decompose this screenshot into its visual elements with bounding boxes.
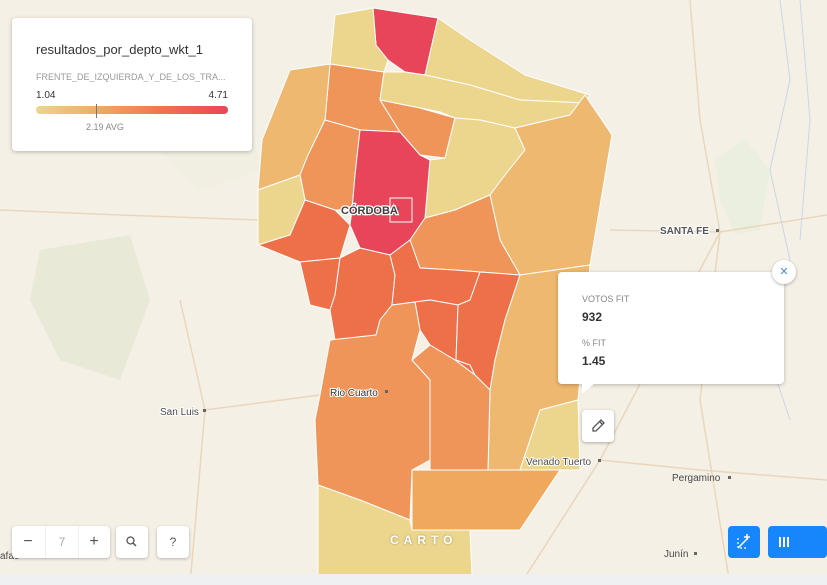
zoom-level: 7 <box>45 526 79 558</box>
draw-button[interactable] <box>728 526 760 558</box>
popup-field2-label: % FIT <box>582 338 606 348</box>
zoom-in-button[interactable]: + <box>78 526 110 558</box>
city-marker-junin <box>694 552 697 555</box>
widgets-icon <box>779 537 789 547</box>
legend-min-value: 1.04 <box>36 90 56 101</box>
bottom-bar <box>0 574 827 585</box>
help-button[interactable]: ? <box>157 526 189 558</box>
popup-close-button[interactable]: ✕ <box>772 260 796 284</box>
zoom-out-button[interactable]: − <box>12 526 44 558</box>
popup-field1-value: 932 <box>582 310 603 324</box>
close-icon: ✕ <box>779 266 789 278</box>
widgets-button[interactable] <box>768 526 827 558</box>
popup-arrow <box>582 382 596 394</box>
label-venado-tuerto: Venado Tuerto <box>526 457 591 468</box>
search-button[interactable] <box>116 526 148 558</box>
city-marker-santa-fe <box>716 229 719 232</box>
legend-avg-label: 2.19 AVG <box>86 122 124 132</box>
legend-color-ramp <box>36 106 228 114</box>
label-santa-fe: SANTA FE <box>660 226 709 237</box>
popup-field2-value: 1.45 <box>582 354 606 368</box>
legend-panel: resultados_por_depto_wkt_1 FRENTE_DE_IZQ… <box>12 18 252 151</box>
search-icon <box>126 536 137 547</box>
label-cordoba: CÓRDOBA <box>341 204 398 217</box>
draw-icon <box>737 534 750 549</box>
label-rio-cuarto: Rio Cuarto <box>330 388 378 399</box>
city-marker-venado-tuerto <box>598 459 601 462</box>
popup-field1-label: VOTOS FIT <box>582 294 630 304</box>
legend-avg-marker <box>96 104 98 118</box>
legend-field-name: FRENTE_DE_IZQUIERDA_Y_DE_LOS_TRA... <box>36 72 226 82</box>
city-marker-rio-cuarto <box>385 390 388 393</box>
city-marker-san-luis <box>203 409 206 412</box>
legend-title: resultados_por_depto_wkt_1 <box>36 42 203 57</box>
feature-popup: VOTOS FIT 932 % FIT 1.45 <box>558 272 784 394</box>
label-junin: Junín <box>664 549 688 560</box>
edit-button[interactable] <box>582 410 614 442</box>
label-san-luis: San Luis <box>160 407 199 418</box>
city-marker-pergamino <box>728 476 731 479</box>
legend-max-value: 4.71 <box>208 90 228 101</box>
carto-logo: CARTO <box>390 533 458 547</box>
zoom-control: − 7 + <box>12 526 110 558</box>
pencil-icon <box>592 419 605 432</box>
label-pergamino: Pergamino <box>672 473 721 484</box>
